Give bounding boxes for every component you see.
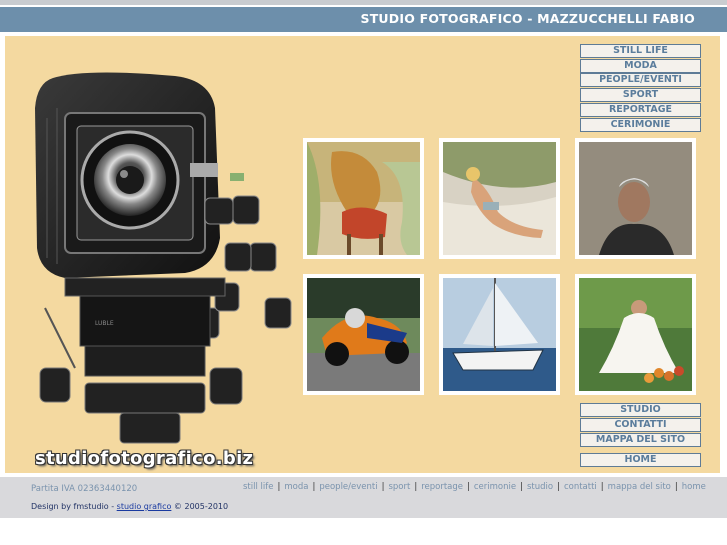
nav-mappa-del-sito[interactable]: MAPPA DEL SITO — [580, 433, 701, 447]
thumb-still-life[interactable] — [303, 138, 424, 259]
footer-link-moda[interactable]: moda — [284, 482, 308, 492]
footer-link-mappa-del-sito[interactable]: mappa del sito — [608, 482, 671, 492]
separator: | — [674, 482, 678, 492]
nav-still-life[interactable]: STILL LIFE — [580, 44, 701, 58]
nav-people-eventi[interactable]: PEOPLE/EVENTI — [580, 73, 701, 87]
thumb-moda[interactable] — [439, 138, 560, 259]
footer-link-people-eventi[interactable]: people/eventi — [319, 482, 377, 492]
separator: | — [277, 482, 281, 492]
separator: | — [381, 482, 385, 492]
moda-photo — [443, 142, 556, 255]
site-logo[interactable]: studiofotografico.biz — [35, 448, 253, 469]
reportage-photo — [443, 278, 556, 391]
separator: | — [557, 482, 560, 492]
footer-link-home[interactable]: home — [682, 482, 706, 492]
footer-link-reportage[interactable]: reportage — [421, 482, 463, 492]
design-suffix: © 2005-2010 — [171, 502, 229, 511]
separator: | — [414, 482, 418, 492]
main-area: LUBLE studiofotografico.biz STILL LIFE M… — [0, 33, 727, 477]
separator: | — [312, 482, 316, 492]
still-life-photo — [307, 142, 420, 255]
footer-link-still-life[interactable]: still life — [243, 482, 274, 492]
footer-link-contatti[interactable]: contatti — [564, 482, 597, 492]
separator: | — [467, 482, 470, 492]
footer-links: still life | moda | people/eventi | sport | repo… — [243, 482, 706, 492]
nav-contatti[interactable]: CONTATTI — [580, 418, 701, 432]
separator: | — [520, 482, 523, 492]
svg-text:LUBLE: LUBLE — [95, 320, 114, 327]
partita-iva: Partita IVA 02363440120 — [31, 484, 138, 494]
nav-home[interactable]: HOME — [580, 453, 701, 467]
footer-link-cerimonie[interactable]: cerimonie — [474, 482, 516, 492]
sport-photo — [307, 278, 420, 391]
nav-moda[interactable]: MODA — [580, 59, 701, 73]
page-title: STUDIO FOTOGRAFICO - MAZZUCCHELLI FABIO — [360, 11, 695, 26]
top-stripe — [0, 0, 727, 5]
thumb-cerimonie[interactable] — [575, 274, 696, 395]
footer: Partita IVA 02363440120 still life | moda |… — [0, 477, 727, 518]
cerimonie-photo — [579, 278, 692, 391]
footer-link-sport[interactable]: sport — [388, 482, 410, 492]
content-panel: LUBLE studiofotografico.biz STILL LIFE M… — [5, 36, 720, 473]
footer-link-studio[interactable]: studio — [527, 482, 553, 492]
nav-studio[interactable]: STUDIO — [580, 403, 701, 417]
design-prefix: Design by fmstudio - — [31, 502, 117, 511]
nav-reportage[interactable]: REPORTAGE — [580, 103, 701, 117]
thumb-people[interactable] — [575, 138, 696, 259]
nav-sport[interactable]: SPORT — [580, 88, 701, 102]
thumb-sport[interactable] — [303, 274, 424, 395]
people-photo — [579, 142, 692, 255]
thumb-reportage[interactable] — [439, 274, 560, 395]
camera-image: LUBLE — [35, 72, 292, 444]
design-credit: Design by fmstudio - studio grafico © 20… — [31, 502, 228, 511]
design-link[interactable]: studio grafico — [117, 502, 172, 511]
separator: | — [600, 482, 604, 492]
header-bar: STUDIO FOTOGRAFICO - MAZZUCCHELLI FABIO — [0, 7, 727, 32]
nav-cerimonie[interactable]: CERIMONIE — [580, 118, 701, 132]
